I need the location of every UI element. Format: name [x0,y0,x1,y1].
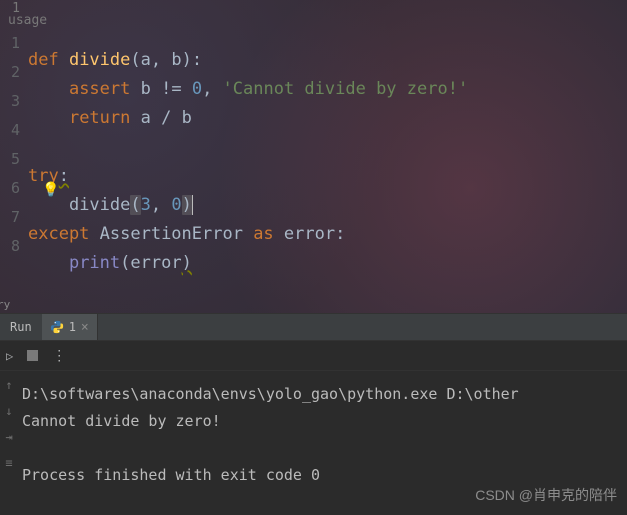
identifier: a [141,108,151,128]
line-number: 5 [0,145,28,174]
line-number: 4 [0,116,28,145]
run-config-tab[interactable]: 1 × [42,314,98,340]
line-number: 6 [0,174,28,203]
colon: : [59,166,69,186]
line-gutter: 1 usage 1 2 3 4 5 6 7 8 [0,0,28,313]
line-number: 7 [0,203,28,232]
operator: / [151,108,182,128]
rerun-icon[interactable]: ▷ [6,349,13,363]
run-tab-bar: Run 1 × [0,313,627,341]
console-line: Process finished with exit code 0 [22,466,320,484]
keyword-assert: assert [69,79,141,99]
function-call: divide [69,195,130,215]
paren: ( [120,253,130,273]
more-icon[interactable]: ⋮ [52,348,67,364]
keyword-def: def [28,50,69,70]
identifier: error [284,224,335,244]
code-editor[interactable]: 1 usage 1 2 3 4 5 6 7 8 💡 def divide(a, … [0,0,627,313]
paren: ) [182,195,192,215]
console-toolbar: ▷ ⋮ [0,341,627,371]
colon: : [335,224,345,244]
side-panel-label[interactable]: ry [0,298,10,311]
stop-icon[interactable] [27,350,38,361]
line-number: 8 [0,232,28,261]
paren: ): [182,50,202,70]
line-number: 2 [0,58,28,87]
usage-hint: 1 usage [0,3,28,29]
number: 3 [141,195,151,215]
number: 0 [171,195,181,215]
softwrap-icon[interactable]: ⇥ [5,430,12,444]
console-side-toolbar: ↑ ↓ ⇥ ≡ [0,372,18,470]
string: 'Cannot divide by zero!' [223,79,469,99]
keyword-as: as [243,224,284,244]
paren: ( [130,50,140,70]
console-line: D:\softwares\anaconda\envs\yolo_gao\pyth… [22,385,519,403]
tab-label: 1 [69,320,76,334]
keyword-return: return [69,108,141,128]
step-up-icon[interactable]: ↑ [5,378,12,392]
close-icon[interactable]: × [81,320,89,335]
scroll-icon[interactable]: ≡ [5,456,12,470]
comma: , [151,50,171,70]
comma: , [151,195,171,215]
param: a [141,50,151,70]
run-panel-label[interactable]: Run [0,320,42,334]
comma: , [202,79,222,99]
param: b [171,50,181,70]
watermark: CSDN @肖申克的陪伴 [475,485,617,505]
identifier: error [130,253,181,273]
console-line: Cannot divide by zero! [22,412,221,430]
line-number: 3 [0,87,28,116]
text-cursor [192,195,193,215]
line-number: 1 [0,29,28,58]
exception-type: AssertionError [100,224,243,244]
builtin-print: print [69,253,120,273]
code-content[interactable]: def divide(a, b): assert b != 0, 'Cannot… [28,0,627,313]
paren: ) [182,253,192,273]
keyword-except: except [28,224,100,244]
lightbulb-icon[interactable]: 💡 [42,182,59,198]
operator: != [151,79,192,99]
number: 0 [192,79,202,99]
function-name: divide [69,50,130,70]
step-down-icon[interactable]: ↓ [5,404,12,418]
identifier: b [182,108,192,128]
python-icon [50,320,64,334]
identifier: b [141,79,151,99]
paren: ( [130,195,140,215]
